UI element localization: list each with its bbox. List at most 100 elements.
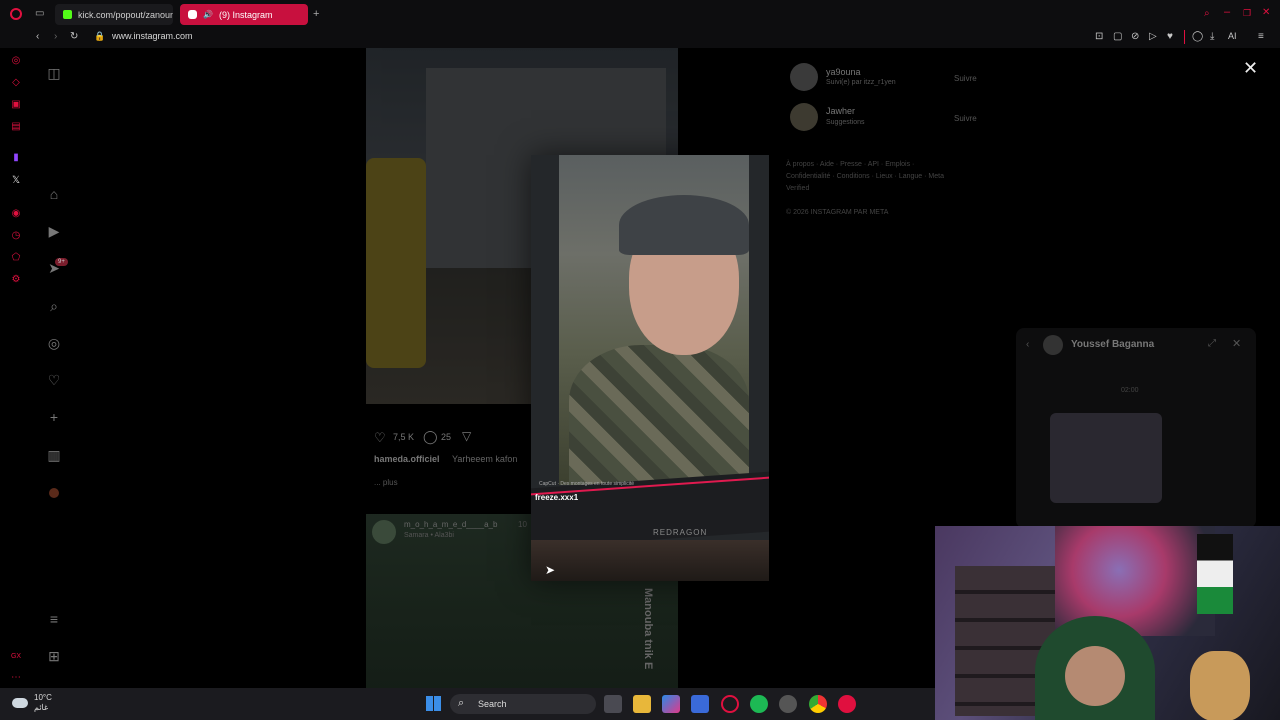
download-icon[interactable]: ⤓ xyxy=(1210,31,1214,42)
dm-back-icon[interactable]: ‹ xyxy=(1026,339,1029,350)
tab-menu-icon[interactable]: ▭ xyxy=(35,8,44,19)
tab-label: kick.com/popout/zanoun/ xyxy=(78,9,173,20)
suggestion-name[interactable]: ya9ouna xyxy=(826,67,861,77)
dm-close-icon[interactable]: ✕ xyxy=(1232,337,1241,350)
player-icon[interactable]: ◉ xyxy=(10,208,22,220)
taskbar-search[interactable]: Search xyxy=(450,694,596,714)
gx-icon[interactable]: GX xyxy=(10,651,22,663)
tab-instagram[interactable]: 🔊 (9) Instagram xyxy=(180,4,308,25)
create-icon[interactable]: + xyxy=(46,409,62,425)
weather-widget[interactable]: 10°C غائم xyxy=(34,693,52,713)
dm-shared-media[interactable] xyxy=(1050,413,1162,503)
video-frame xyxy=(559,155,749,485)
like-icon[interactable]: ♡ xyxy=(374,430,386,446)
twitch-icon[interactable]: ▮ xyxy=(10,152,22,164)
post2-avatar[interactable] xyxy=(372,520,396,544)
profile-icon[interactable]: ◯ xyxy=(1192,31,1203,42)
dm-contact-name[interactable]: Youssef Baganna xyxy=(1071,339,1154,350)
menu-icon[interactable]: ≡ xyxy=(1258,31,1264,42)
comment-icon[interactable]: ◯ xyxy=(423,429,438,445)
search-icon: ⌕ xyxy=(458,697,465,709)
more-icon[interactable]: ⋯ xyxy=(10,672,22,684)
forward-button[interactable]: › xyxy=(54,31,57,42)
cloud-icon[interactable] xyxy=(12,698,28,708)
instagram-icon xyxy=(188,10,197,19)
weather-label: غائم xyxy=(34,703,49,712)
opera-logo-icon[interactable] xyxy=(10,8,22,20)
reels-icon[interactable]: ▶ xyxy=(46,223,62,239)
heart-icon[interactable]: ♥ xyxy=(1167,31,1173,42)
copilot-icon[interactable] xyxy=(662,695,680,713)
messenger-icon[interactable]: ▣ xyxy=(10,99,22,111)
notifications-heart-icon[interactable]: ♡ xyxy=(46,372,62,388)
post-author[interactable]: hameda.officiel xyxy=(374,454,440,464)
chrome-icon[interactable] xyxy=(809,695,827,713)
desk-shape xyxy=(531,540,769,581)
more-menu-icon[interactable]: ≡ xyxy=(46,611,62,627)
spotify-icon[interactable] xyxy=(750,695,768,713)
store-icon[interactable] xyxy=(691,695,709,713)
dashboard-icon[interactable]: ▥ xyxy=(46,447,62,463)
settings-icon[interactable]: ⚙ xyxy=(10,274,22,286)
temperature: 10°C xyxy=(34,693,52,702)
dm-avatar[interactable] xyxy=(1043,335,1063,355)
jacket-shape xyxy=(569,345,749,485)
windows-start-icon[interactable] xyxy=(426,696,441,711)
file-explorer-icon[interactable] xyxy=(633,695,651,713)
follow-button[interactable]: Suivre xyxy=(954,114,977,123)
minimize-button[interactable]: – xyxy=(1224,6,1230,18)
bookmark-icon[interactable]: ⊡ xyxy=(1095,31,1103,42)
x-icon[interactable]: 𝕏 xyxy=(10,175,22,187)
teddy-bear xyxy=(1190,651,1250,720)
music-icon[interactable]: ▤ xyxy=(10,121,22,133)
also-from-meta-icon[interactable]: ⊞ xyxy=(46,648,62,664)
capcut-label: CapCut · Des montages en toute simplicit… xyxy=(539,481,635,487)
tab-kick[interactable]: kick.com/popout/zanoun/ xyxy=(55,4,173,25)
snapshot-icon[interactable]: ▢ xyxy=(1113,31,1122,42)
aria-icon[interactable]: ◎ xyxy=(10,55,22,67)
close-overlay-button[interactable]: ✕ xyxy=(1243,58,1258,79)
footer-links[interactable]: À propos · Aide · Presse · API · Emplois… xyxy=(786,159,956,195)
task-view-icon[interactable] xyxy=(604,695,622,713)
instagram-logo-icon[interactable]: ◫ xyxy=(46,65,62,81)
more-link[interactable]: ... plus xyxy=(374,478,398,487)
close-window-button[interactable]: ✕ xyxy=(1262,7,1270,18)
suggestion-name[interactable]: Jawher xyxy=(826,106,855,116)
play-icon[interactable]: ▷ xyxy=(1149,31,1157,42)
steam-icon[interactable] xyxy=(779,695,797,713)
suggestion-sub: Suivi(e) par itzz_r1yen xyxy=(826,79,896,86)
search-tabs-icon[interactable]: ⌕ xyxy=(1204,8,1210,19)
streamer-face xyxy=(1065,646,1125,706)
reload-button[interactable]: ↻ xyxy=(70,31,78,42)
home-icon[interactable]: ⌂ xyxy=(46,186,62,202)
url-field[interactable]: www.instagram.com xyxy=(112,31,193,41)
opera-gx-taskbar-icon[interactable] xyxy=(721,695,739,713)
post2-author[interactable]: m_o_h_a_m_e_d____a_b xyxy=(404,520,497,529)
dm-expand-icon[interactable]: ⤢ xyxy=(1208,338,1216,349)
shopping-icon[interactable]: ◇ xyxy=(10,77,22,89)
profile-avatar[interactable] xyxy=(49,488,59,498)
suggestion-avatar[interactable] xyxy=(790,103,818,131)
maximize-button[interactable]: ❐ xyxy=(1243,8,1251,19)
ai-icon[interactable]: AI xyxy=(1228,31,1237,41)
explore-icon[interactable]: ◎ xyxy=(46,335,62,351)
adblock-icon[interactable]: ⊘ xyxy=(1131,31,1139,42)
comment-count: 25 xyxy=(441,432,452,442)
cap-shape xyxy=(619,195,749,255)
kick-icon xyxy=(63,10,72,19)
brand-label: REDRAGON xyxy=(653,528,708,537)
search-icon[interactable]: ⌕ xyxy=(46,298,62,314)
suggestion-avatar[interactable] xyxy=(790,63,818,91)
tab-label: (9) Instagram xyxy=(218,9,273,20)
app-icon[interactable] xyxy=(838,695,856,713)
video-popup[interactable]: CapCut · Des montages en toute simplicit… xyxy=(531,155,769,581)
speaker-icon[interactable]: 🔊 xyxy=(203,10,213,19)
new-tab-button[interactable]: + xyxy=(313,8,319,20)
back-button[interactable]: ‹ xyxy=(36,31,39,42)
copyright: © 2026 INSTAGRAM PAR META xyxy=(786,209,889,216)
history-icon[interactable]: ◷ xyxy=(10,230,22,242)
share-icon[interactable]: ▽ xyxy=(462,429,471,443)
opera-sidebar xyxy=(0,48,32,688)
pinboard-icon[interactable]: ⬠ xyxy=(10,252,22,264)
follow-button[interactable]: Suivre xyxy=(954,74,977,83)
